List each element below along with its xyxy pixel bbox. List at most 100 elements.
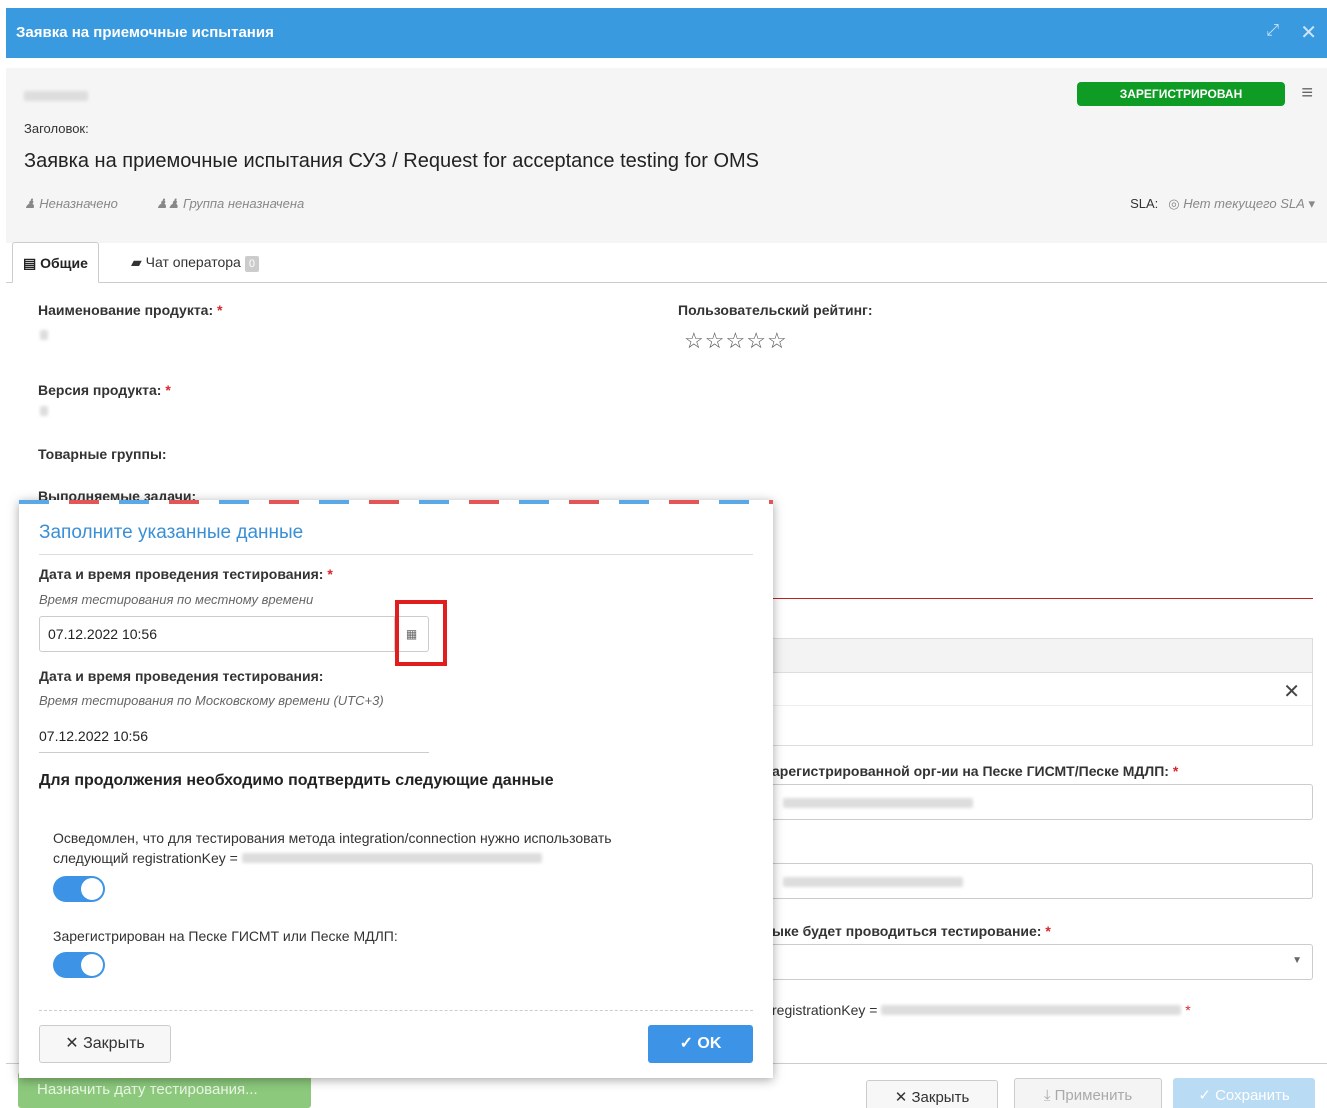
- tab-operator-chat[interactable]: ▰ Чат оператора 0: [121, 242, 269, 283]
- version-value-redacted: [40, 406, 48, 416]
- sla-label: SLA:: [1130, 196, 1159, 211]
- star-rating[interactable]: ☆☆☆☆☆: [684, 328, 788, 354]
- highlight-box: [395, 600, 447, 666]
- chevron-down-icon: ▼: [1292, 955, 1302, 966]
- product-name-label-text: Наименование продукта:: [38, 302, 214, 318]
- local-date-label: Дата и время проведения тестирования: *: [39, 566, 333, 582]
- local-date-hint: Время тестирования по местному времени: [39, 592, 314, 607]
- star-icon[interactable]: ☆: [746, 328, 767, 353]
- chevron-down-icon: ▾: [1308, 196, 1315, 211]
- env-label: ыке будет проводиться тестирование: *: [772, 923, 1051, 939]
- msk-date-hint: Время тестирования по Московскому времен…: [39, 693, 384, 708]
- confirm-regkey-line2-row: следующий registrationKey =: [53, 848, 612, 868]
- chat-count-badge: 0: [244, 256, 259, 272]
- expand-icon[interactable]: ⤢: [1266, 22, 1279, 40]
- version-label: Версия продукта: *: [38, 382, 171, 398]
- env-select[interactable]: ▼: [766, 944, 1313, 980]
- org-value-redacted: [783, 798, 973, 808]
- attachments-table: ✕: [766, 638, 1313, 746]
- required-asterisk: *: [165, 382, 171, 398]
- confirm-registered-text: Зарегистрирован на Песке ГИСМТ или Песке…: [53, 928, 398, 944]
- star-icon[interactable]: ☆: [684, 328, 705, 353]
- status-badge: ЗАРЕГИСТРИРОВАН: [1077, 82, 1285, 106]
- required-asterisk: *: [327, 566, 333, 582]
- close-button-label: Закрыть: [911, 1089, 970, 1106]
- sla-status-icon: ◎: [1168, 196, 1180, 211]
- table-row-divider: [767, 705, 1312, 706]
- rating-label: Пользовательский рейтинг:: [678, 302, 873, 318]
- regkey-value-redacted: [881, 1005, 1182, 1015]
- org-input[interactable]: [766, 784, 1313, 820]
- save-button[interactable]: ✓ Сохранить: [1173, 1078, 1315, 1108]
- ticket-id-redacted: [24, 91, 88, 101]
- regkey-label: registrationKey = *: [772, 1002, 1191, 1018]
- required-asterisk: *: [217, 302, 223, 318]
- check-icon: ✓: [679, 1035, 693, 1052]
- required-asterisk: *: [1172, 763, 1179, 779]
- group-icon: ♟♟: [156, 196, 180, 211]
- table-header: [767, 639, 1312, 673]
- tab-chat-label: Чат оператора: [145, 254, 241, 270]
- product-groups-label: Товарные группы:: [38, 446, 167, 462]
- user-icon: ♟: [24, 196, 36, 211]
- dialog-separator: [39, 554, 753, 555]
- required-asterisk: *: [1185, 1002, 1191, 1018]
- msk-date-underline: [39, 752, 429, 753]
- section-divider: [766, 598, 1313, 599]
- dialog-close-label: Закрыть: [83, 1035, 145, 1052]
- apply-button[interactable]: ⤓ Применить: [1014, 1078, 1162, 1108]
- confirm-section-title: Для продолжения необходимо подтвердить с…: [39, 772, 554, 789]
- fill-data-dialog: Заполните указанные данные Дата и время …: [19, 500, 773, 1078]
- dialog-footer-divider: [39, 1010, 753, 1011]
- regkey-value-redacted: [241, 853, 542, 863]
- chat-icon: ▰: [131, 254, 142, 270]
- product-name-label: Наименование продукта: *: [38, 302, 222, 318]
- org-label: арегистрированной орг-ии на Песке ГИСМТ/…: [772, 763, 1178, 779]
- group-value: Группа неназначена: [182, 196, 305, 211]
- confirm-regkey-line1: Осведомлен, что для тестирования метода …: [53, 830, 612, 846]
- hamburger-menu-icon[interactable]: ≡: [1301, 82, 1313, 105]
- org-label-text: арегистрированной орг-ии на Песке ГИСМТ/…: [772, 763, 1169, 779]
- msk-date-value: 07.12.2022 10:56: [39, 728, 148, 744]
- download-icon: ⤓: [1043, 1087, 1051, 1104]
- inn-value-redacted: [783, 877, 963, 887]
- star-icon[interactable]: ☆: [767, 328, 788, 353]
- dialog-close-button[interactable]: ✕ Закрыть: [39, 1025, 171, 1063]
- star-icon[interactable]: ☆: [725, 328, 746, 353]
- save-button-label: Сохранить: [1215, 1087, 1290, 1104]
- confirm-regkey-toggle[interactable]: [53, 876, 105, 902]
- tab-general[interactable]: ▤ Общие: [12, 242, 99, 283]
- page-title: Заявка на приемочные испытания СУЗ / Req…: [24, 150, 760, 172]
- window-titlebar: Заявка на приемочные испытания ⤢ ✕: [6, 8, 1327, 58]
- window-title: Заявка на приемочные испытания: [16, 24, 274, 41]
- close-icon: ✕: [65, 1035, 79, 1052]
- remove-row-icon[interactable]: ✕: [1283, 679, 1300, 704]
- regkey-label-text: registrationKey =: [772, 1002, 878, 1018]
- product-name-value-redacted: [40, 330, 48, 340]
- msk-date-label: Дата и время проведения тестирования:: [39, 668, 324, 684]
- tab-bar: ▤ Общие ▰ Чат оператора 0: [6, 240, 1327, 283]
- env-label-text: ыке будет проводиться тестирование:: [772, 923, 1042, 939]
- star-icon[interactable]: ☆: [705, 328, 726, 353]
- tab-general-label: Общие: [40, 255, 88, 271]
- version-label-text: Версия продукта:: [38, 382, 162, 398]
- required-asterisk: *: [1045, 923, 1051, 939]
- inn-input[interactable]: [766, 863, 1313, 899]
- close-icon: ✕: [894, 1089, 908, 1106]
- local-date-input[interactable]: 07.12.2022 10:56: [39, 616, 395, 652]
- assignee-value: Неназначено: [39, 196, 118, 211]
- dialog-title: Заполните указанные данные: [39, 522, 304, 543]
- close-button[interactable]: ✕ Закрыть: [866, 1080, 998, 1108]
- sla-field[interactable]: SLA: ◎ Нет текущего SLA ▾: [1130, 196, 1315, 212]
- assignee-group[interactable]: ♟♟ Группа неназначена: [156, 196, 304, 212]
- dialog-ok-button[interactable]: ✓ OK: [648, 1025, 753, 1063]
- confirm-regkey-text: Осведомлен, что для тестирования метода …: [53, 828, 612, 868]
- dialog-ok-label: OK: [697, 1035, 722, 1052]
- title-label: Заголовок:: [24, 121, 89, 136]
- check-icon: ✓: [1198, 1087, 1211, 1104]
- assignee[interactable]: ♟ Неназначено: [24, 196, 118, 212]
- confirm-registered-toggle[interactable]: [53, 952, 105, 978]
- dialog-border-pattern: [19, 500, 773, 504]
- close-icon[interactable]: ✕: [1300, 20, 1317, 45]
- apply-button-label: Применить: [1054, 1087, 1133, 1104]
